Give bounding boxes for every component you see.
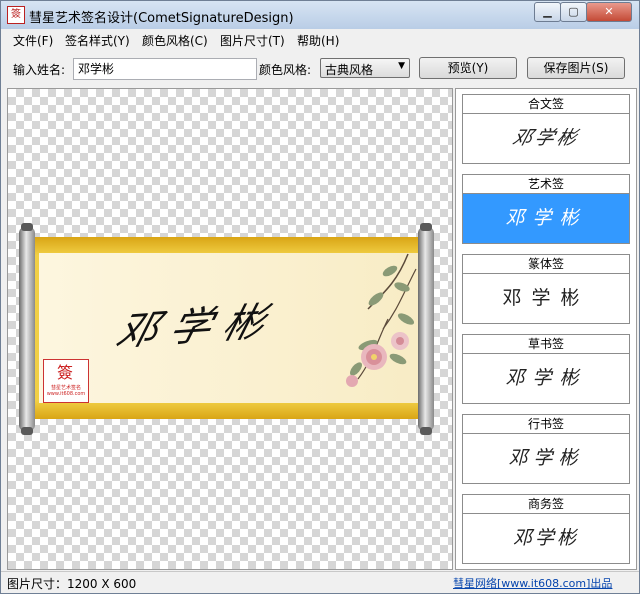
style-card-sample: 邓学彬 [508,447,584,469]
chevron-down-icon: ▼ [398,61,405,71]
style-card-yishu[interactable]: 艺术签 邓学彬 [462,174,630,244]
menu-help[interactable]: 帮助(H) [297,32,339,49]
image-size-status: 图片尺寸：1200 X 600 [7,577,137,591]
status-bar: 图片尺寸：1200 X 600 彗星网络[www.it608.com]出品 [1,571,639,593]
name-input[interactable] [73,58,257,80]
peony-painting-icon [346,253,417,387]
style-card-title: 商务签 [463,495,629,514]
scroll-rod-left [19,223,35,435]
style-card-title: 合文签 [463,95,629,114]
window-title: 彗星艺术签名设计(CometSignatureDesign) [29,11,294,26]
seal-stamp: 簽 彗星艺术签名 www.it608.com [43,359,89,403]
signature-preview: 邓学彬 [111,298,283,356]
style-card-title: 行书签 [463,415,629,434]
style-card-shangwu[interactable]: 商务签 邓学彬 [462,494,630,564]
app-icon: 簽 [7,6,25,24]
preview-button[interactable]: 预览(Y) [419,57,517,79]
style-card-zhuanti[interactable]: 篆体签 邓学彬 [462,254,630,324]
style-card-sample: 邓学彬 [512,527,579,549]
app-window: 簽 彗星艺术签名设计(CometSignatureDesign) ▁ ▢ ✕ 文… [0,0,640,594]
style-card-caoshu[interactable]: 草书签 邓学彬 [462,334,630,404]
scroll-rod-right [418,223,434,435]
minimize-button[interactable]: ▁ [534,2,561,22]
style-card-sample: 邓学彬 [510,127,583,149]
menu-image-size[interactable]: 图片尺寸(T) [220,32,285,49]
close-button[interactable]: ✕ [586,2,632,22]
style-card-title: 艺术签 [463,175,629,194]
color-style-label: 颜色风格: [259,63,312,77]
style-list-panel: 合文签 邓学彬 艺术签 邓学彬 篆体签 邓学彬 草书签 邓学彬 行书签 邓学彬 … [455,88,637,570]
menu-file[interactable]: 文件(F) [13,32,53,49]
save-image-button[interactable]: 保存图片(S) [527,57,625,79]
style-card-xingshu[interactable]: 行书签 邓学彬 [462,414,630,484]
menu-color-style[interactable]: 颜色风格(C) [142,32,208,49]
style-card-title: 篆体签 [463,255,629,274]
color-style-select[interactable]: 古典风格 ▼ [320,58,410,78]
menu-signature-style[interactable]: 签名样式(Y) [65,32,130,49]
maximize-button[interactable]: ▢ [560,2,587,22]
style-card-sample: 邓学彬 [502,287,590,309]
style-card-hewen[interactable]: 合文签 邓学彬 [462,94,630,164]
style-card-sample: 邓学彬 [463,194,629,243]
publisher-link[interactable]: 彗星网络[www.it608.com]出品 [453,575,612,591]
preview-canvas: 簽 彗星艺术签名 www.it608.com 邓学彬 [7,88,453,570]
seal-icon: 簽 [56,363,73,382]
title-bar[interactable]: 簽 彗星艺术签名设计(CometSignatureDesign) ▁ ▢ ✕ [1,1,639,29]
style-card-title: 草书签 [463,335,629,354]
name-label: 输入姓名: [13,63,66,77]
style-card-sample: 邓学彬 [505,367,587,389]
color-style-value: 古典风格 [325,63,374,77]
menu-bar: 文件(F) 签名样式(Y) 颜色风格(C) 图片尺寸(T) 帮助(H) [1,29,639,49]
seal-caption: 彗星艺术签名 www.it608.com [46,385,86,397]
